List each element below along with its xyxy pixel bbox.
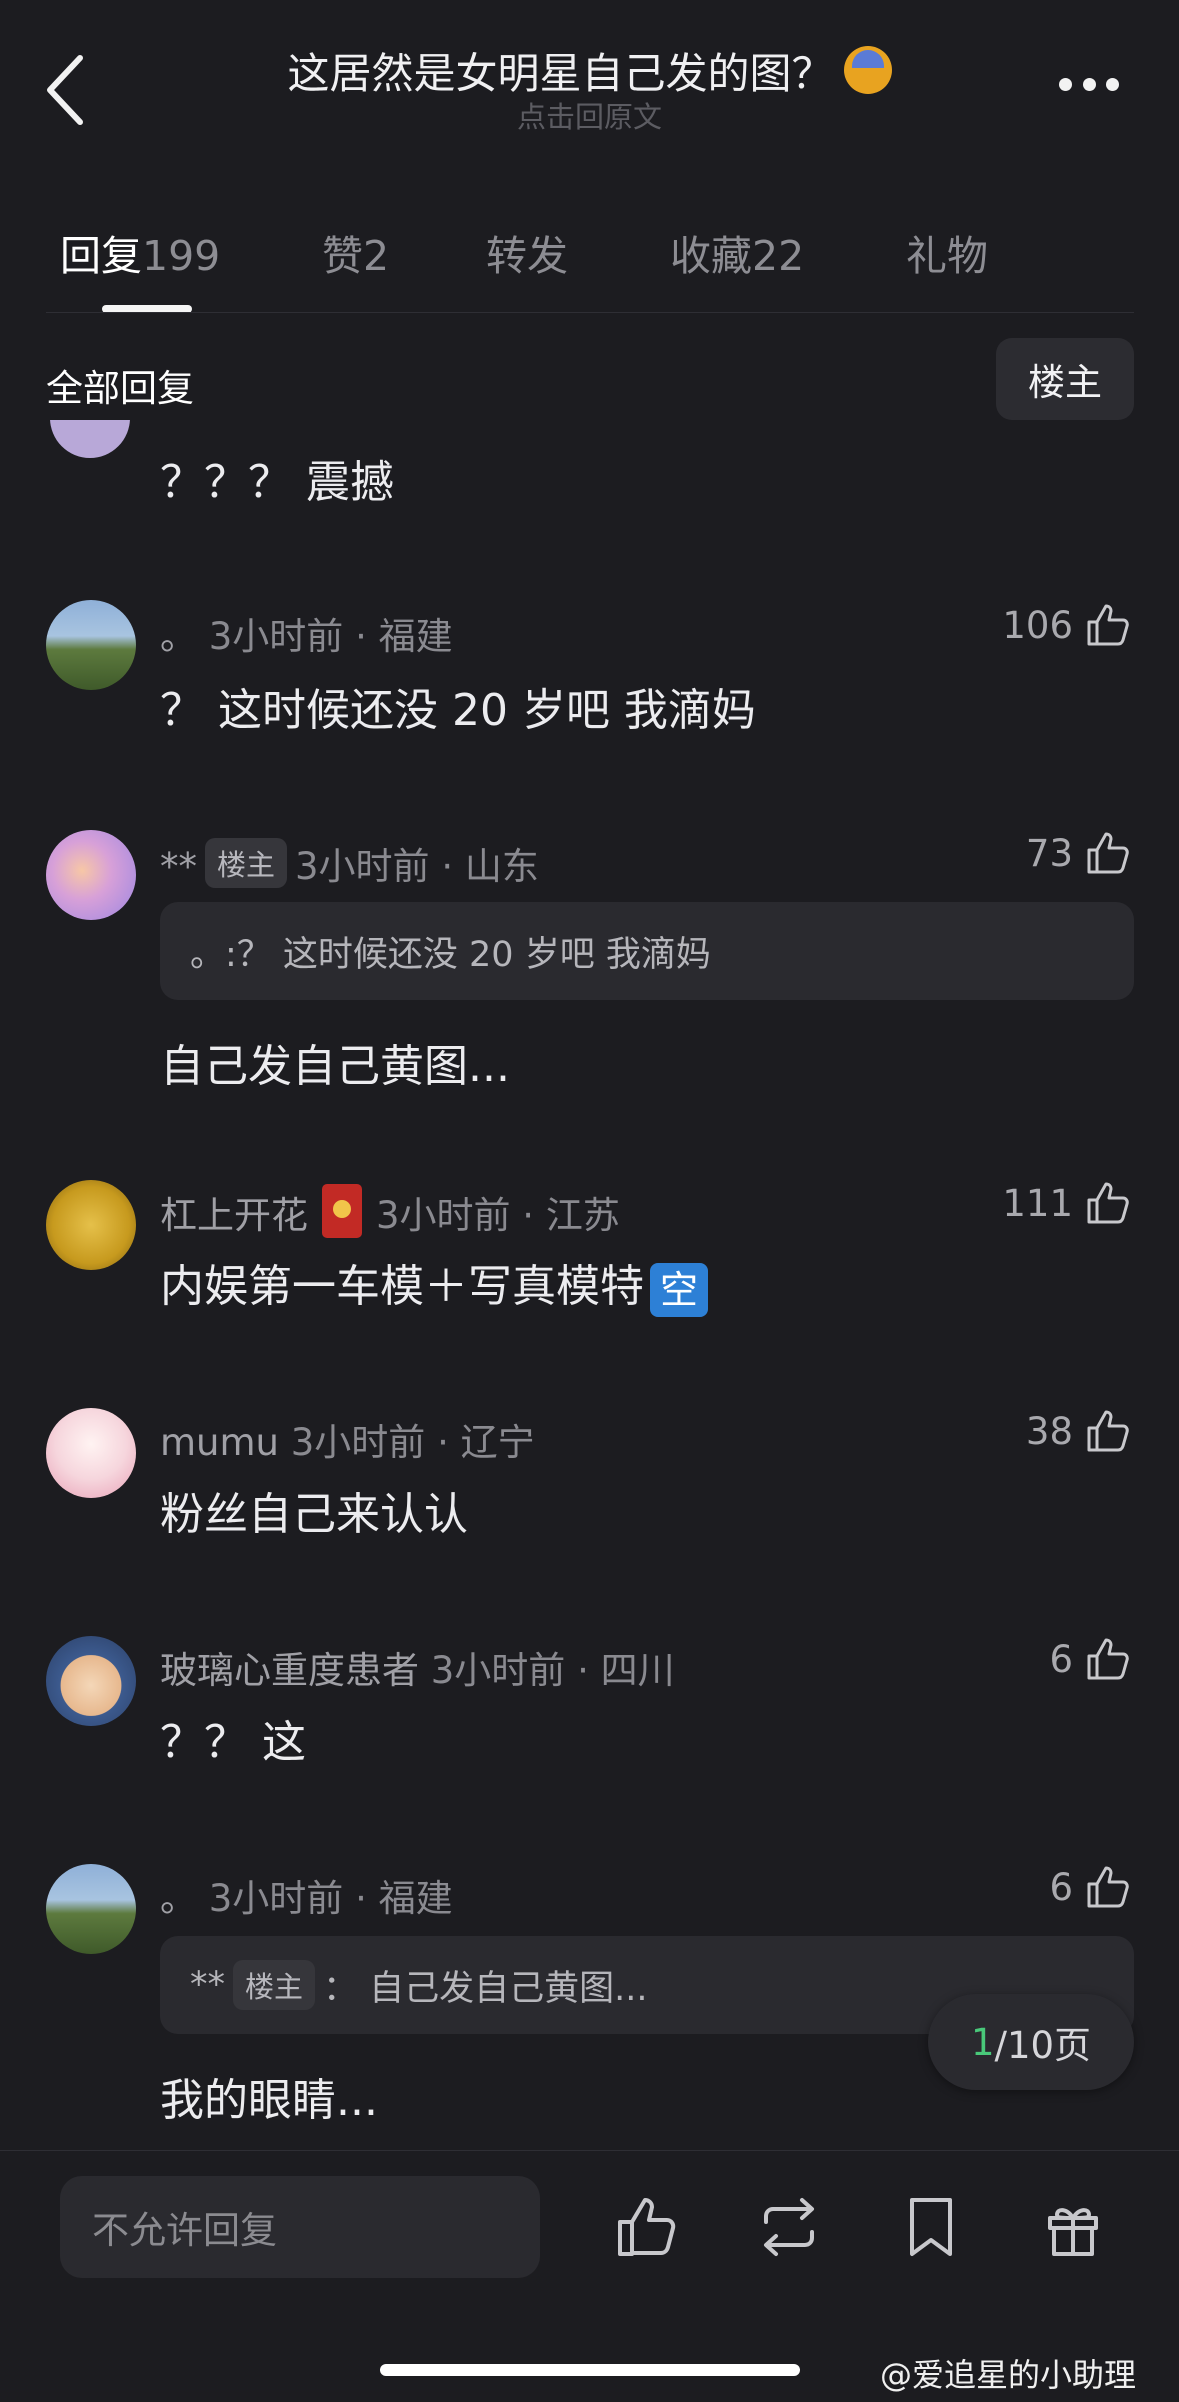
thumbs-up-icon: [1087, 1410, 1129, 1452]
home-indicator: [380, 2364, 800, 2376]
comment-meta: 玻璃心重度患者 3小时前 · 四川: [160, 1640, 675, 1694]
tab-likes[interactable]: 赞2: [322, 222, 389, 282]
thumbs-up-icon: [1087, 1638, 1129, 1680]
owner-badge: 楼主: [233, 1960, 316, 2010]
owner-badge: 楼主: [205, 838, 288, 888]
comment-text: 我的眼睛...: [160, 2075, 378, 2126]
like-button[interactable]: 6: [1049, 1634, 1133, 1684]
current-page: 1: [970, 2020, 995, 2064]
comment-meta: mumu 3小时前 · 辽宁: [160, 1412, 535, 1466]
repost-icon[interactable]: [754, 2192, 824, 2262]
comment-text: ？？？ 震撼: [160, 457, 394, 508]
gift-icon[interactable]: [1038, 2192, 1108, 2262]
quoted-username: **: [190, 1965, 225, 2005]
timestamp-location: 3小时前 · 四川: [430, 1649, 675, 1692]
bottom-bar-divider: [0, 2150, 1179, 2151]
tabs-divider: [46, 312, 1134, 313]
thumbs-up-icon: [1087, 1866, 1129, 1908]
avatar[interactable]: [46, 600, 136, 690]
avatar[interactable]: [50, 420, 130, 460]
like-button[interactable]: 111: [1002, 1178, 1133, 1228]
red-packet-icon: [322, 1184, 362, 1238]
reply-input[interactable]: 不允许回复: [60, 2176, 540, 2278]
avatar[interactable]: [46, 830, 136, 920]
timestamp-location: 3小时前 · 山东: [295, 845, 539, 888]
avatar[interactable]: [46, 1408, 136, 1498]
avatar[interactable]: [46, 1180, 136, 1270]
comment-meta: ** 楼主 3小时前 · 山东: [160, 836, 539, 890]
empty-emoji-tag: 空: [650, 1263, 708, 1317]
thumbs-up-icon: [1087, 832, 1129, 874]
timestamp-location: 3小时前 · 福建: [208, 1877, 453, 1920]
comment-text: 内娱第一车模＋写真模特空: [160, 1250, 708, 1317]
more-options-icon[interactable]: [1059, 78, 1119, 92]
like-button[interactable]: 73: [1026, 828, 1133, 878]
like-count: 106: [1002, 603, 1073, 647]
timestamp-location: 3小时前 · 江苏: [376, 1194, 620, 1237]
back-to-original-link[interactable]: 点击回原文: [0, 94, 1179, 136]
owner-filter-button[interactable]: 楼主: [996, 338, 1134, 420]
tab-gifts[interactable]: 礼物: [906, 222, 988, 282]
like-icon[interactable]: [612, 2192, 682, 2262]
like-count: 6: [1049, 1637, 1073, 1681]
like-count: 111: [1002, 1181, 1073, 1225]
avatar[interactable]: [46, 1636, 136, 1726]
comment-text: ？ 这时候还没 20 岁吧 我滴妈: [160, 685, 756, 736]
section-title: 全部回复: [46, 367, 194, 410]
thumbs-up-icon: [1087, 1182, 1129, 1224]
like-count: 73: [1025, 831, 1073, 875]
post-title[interactable]: 这居然是女明星自己发的图？: [0, 40, 1179, 101]
total-pages: /10页: [994, 2024, 1092, 2067]
avatar[interactable]: [46, 1864, 136, 1954]
comment-meta: 。 3小时前 · 福建: [160, 1868, 453, 1922]
thumbs-up-icon: [1087, 604, 1129, 646]
comment-text: 自己发自己黄图...: [160, 1041, 510, 1092]
username[interactable]: 杠上开花: [160, 1194, 308, 1237]
username[interactable]: mumu: [160, 1421, 279, 1464]
quoted-reply[interactable]: 。:？ 这时候还没 20 岁吧 我滴妈: [160, 902, 1134, 1000]
quoted-text: ： 自己发自己黄图...: [323, 1968, 648, 2009]
page-indicator[interactable]: 1/10页: [928, 1994, 1134, 2090]
like-count: 6: [1049, 1865, 1073, 1909]
bookmark-icon[interactable]: [896, 2192, 966, 2262]
tab-favorites[interactable]: 收藏22: [670, 222, 804, 282]
fearful-face-emoji: [843, 46, 892, 94]
timestamp-location: 3小时前 · 福建: [208, 615, 453, 658]
timestamp-location: 3小时前 · 辽宁: [290, 1421, 535, 1464]
tab-reposts[interactable]: 转发: [486, 222, 568, 282]
username[interactable]: 。: [160, 615, 197, 658]
watermark: @爱追星的小助理: [880, 2356, 1137, 2394]
like-count: 38: [1025, 1409, 1073, 1453]
like-button[interactable]: 6: [1049, 1862, 1133, 1912]
comment-meta: 。 3小时前 · 福建: [160, 606, 453, 660]
comment-text: 粉丝自己来认认: [160, 1489, 468, 1540]
comment-text: ？？ 这: [160, 1717, 306, 1768]
comment-meta: 杠上开花 3小时前 · 江苏: [160, 1184, 620, 1239]
like-button[interactable]: 106: [1002, 600, 1133, 650]
like-button[interactable]: 38: [1026, 1406, 1133, 1456]
username[interactable]: 玻璃心重度患者: [160, 1649, 419, 1692]
tab-replies[interactable]: 回复199: [60, 222, 220, 282]
post-title-text: 这居然是女明星自己发的图？: [287, 49, 834, 98]
username[interactable]: 。: [160, 1877, 197, 1920]
username[interactable]: **: [160, 845, 197, 888]
